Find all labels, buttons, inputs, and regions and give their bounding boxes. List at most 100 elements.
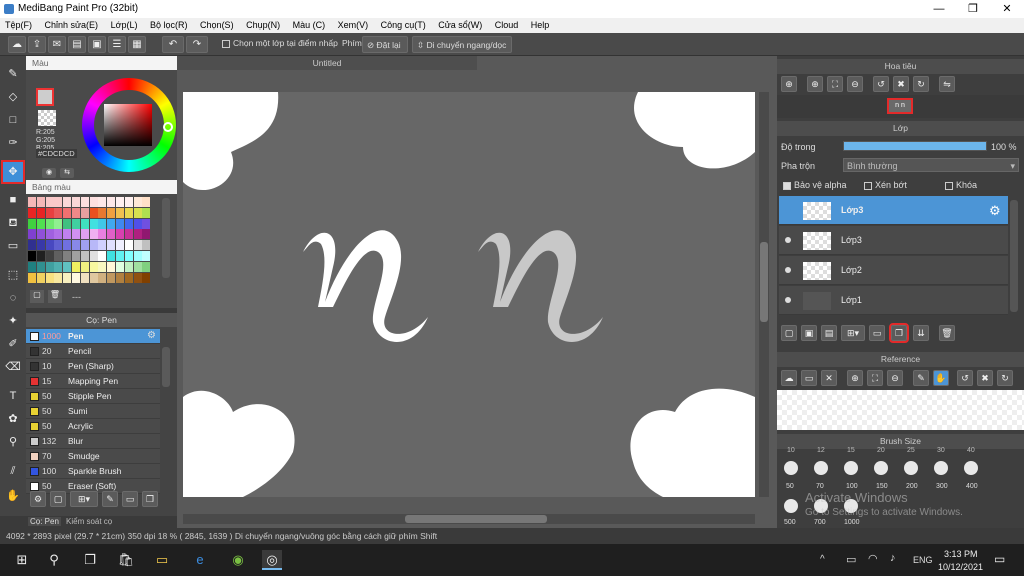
palette-swatch[interactable] [89, 197, 98, 207]
palette-swatch[interactable] [116, 261, 124, 272]
canvas-hscroll-thumb[interactable] [405, 515, 547, 523]
palette-swatch[interactable] [36, 251, 45, 261]
nav-fit-icon[interactable]: ⛶ [827, 76, 843, 92]
brush-add-icon[interactable]: ⊞▾ [70, 491, 98, 507]
palette-swatch[interactable] [98, 240, 107, 251]
redo-icon[interactable]: ↷ [186, 36, 208, 53]
ref-zoom-out-icon[interactable]: ⊖ [887, 370, 903, 386]
palette-swatch[interactable] [124, 272, 133, 283]
protect-alpha-checkbox[interactable]: Bảo vệ alpha [783, 180, 847, 190]
palette-swatch[interactable] [72, 240, 80, 251]
comment-icon[interactable]: ✉ [48, 36, 66, 53]
cloud-icon[interactable]: ☁ [8, 36, 26, 53]
canvas-vscroll[interactable] [759, 92, 769, 497]
palette-swatch[interactable] [142, 229, 151, 240]
store-icon[interactable]: 🛍 [116, 550, 136, 570]
palette-swatch[interactable] [80, 197, 89, 207]
palette-swatch[interactable] [124, 218, 133, 229]
palette-swatch[interactable] [45, 197, 54, 207]
trash-icon[interactable]: 🗑 [939, 325, 955, 341]
brush-size-dot[interactable] [874, 461, 888, 475]
drawing-canvas[interactable] [183, 92, 755, 497]
palette-swatch[interactable] [54, 251, 63, 261]
palette-swatch[interactable] [116, 207, 124, 218]
palette-swatch[interactable] [133, 272, 142, 283]
add-layer-menu-icon[interactable]: ⊞▾ [841, 325, 865, 341]
palette-swatch[interactable] [63, 197, 72, 207]
palette-swatch[interactable] [107, 229, 116, 240]
brush-size-dot[interactable] [964, 461, 978, 475]
bucket-tool-icon[interactable]: ⛾ [3, 213, 23, 233]
palette-swatch[interactable] [107, 207, 116, 218]
share-icon[interactable]: ⇪ [28, 36, 46, 53]
palette-swatch[interactable] [36, 197, 45, 207]
palette-swatch[interactable] [80, 218, 89, 229]
nav-rotate-left-icon[interactable]: ↺ [873, 76, 889, 92]
ref-cloud-icon[interactable]: ☁ [781, 370, 797, 386]
brush-row[interactable]: 50 Stipple Pen [26, 389, 160, 404]
new-layer-icon[interactable]: ▢ [781, 325, 797, 341]
primary-color-swatch[interactable] [36, 88, 54, 106]
nav-rotate-right-icon[interactable]: ↻ [913, 76, 929, 92]
brush-new-icon[interactable]: ▢ [50, 491, 66, 507]
palette-swatch[interactable] [80, 207, 89, 218]
palette-swatch[interactable] [80, 251, 89, 261]
palette-swatch[interactable] [36, 218, 45, 229]
brush-row[interactable]: 70 Smudge [26, 449, 160, 464]
language-indicator[interactable]: ENG [913, 555, 933, 565]
palette-swatch[interactable] [28, 240, 36, 251]
brush-scrollbar[interactable] [162, 347, 170, 387]
palette-swatch[interactable] [98, 272, 107, 283]
palette-swatch[interactable] [36, 261, 45, 272]
grid-icon[interactable]: ▦ [128, 36, 146, 53]
pen-tool-icon[interactable]: ✑ [3, 133, 23, 153]
menu-snap[interactable]: Chụp(N) [241, 18, 285, 32]
visibility-icon[interactable] [785, 267, 791, 273]
document-tab[interactable]: Untitled [177, 56, 477, 70]
save-icon[interactable]: ▣ [88, 36, 106, 53]
reset-button[interactable]: ⊘ Đặt lại [362, 36, 408, 53]
move-tool-icon[interactable]: ✥ [1, 160, 25, 184]
palette-swatch[interactable] [124, 229, 133, 240]
palette-swatch[interactable] [54, 240, 63, 251]
palette-swatch[interactable] [116, 240, 124, 251]
palette-swatch[interactable] [36, 272, 45, 283]
new-palette-icon[interactable]: ▢ [30, 290, 44, 303]
brush-row[interactable]: 15 Mapping Pen [26, 374, 160, 389]
protect-alpha-box[interactable] [783, 181, 791, 190]
clock-time[interactable]: 3:13 PM [944, 549, 978, 559]
maximize-button[interactable]: ❐ [956, 0, 990, 18]
medibang-icon[interactable]: ◉ [228, 550, 248, 570]
visibility-icon[interactable] [785, 237, 791, 243]
palette-swatch[interactable] [28, 272, 36, 283]
palette-swatch[interactable] [107, 251, 116, 261]
brush-folder-icon[interactable]: ▭ [122, 491, 138, 507]
tray-chevron-icon[interactable]: ^ [820, 554, 825, 565]
palette-swatch[interactable] [72, 197, 80, 207]
palette-swatch[interactable] [116, 272, 124, 283]
brush-size-dot[interactable] [904, 461, 918, 475]
layer-row[interactable]: Lớp3 [779, 226, 1008, 255]
palette-swatch[interactable] [133, 229, 142, 240]
volume-icon[interactable]: ♪ [890, 552, 896, 564]
snap-checkbox-box[interactable] [222, 39, 230, 48]
palette-swatch[interactable] [54, 207, 63, 218]
palette-swatch[interactable] [45, 272, 54, 283]
eraser-tool-icon[interactable]: ◇ [3, 87, 23, 107]
ref-hand-icon[interactable]: ✋ [933, 370, 949, 386]
palette-swatch[interactable] [54, 261, 63, 272]
ref-fit-icon[interactable]: ⛶ [867, 370, 883, 386]
palette-swatch[interactable] [28, 197, 36, 207]
lock-box[interactable] [945, 181, 953, 190]
palette-swatch[interactable] [142, 218, 151, 229]
palette-swatch[interactable] [107, 261, 116, 272]
palette-swatch[interactable] [124, 197, 133, 207]
lasso-tool-icon[interactable]: ◌ [3, 288, 23, 308]
palette-swatch[interactable] [98, 251, 107, 261]
ref-open-icon[interactable]: ▭ [801, 370, 817, 386]
palette-swatch[interactable] [89, 261, 98, 272]
brush-row[interactable]: 50 Sumi [26, 404, 160, 419]
palette-swatch[interactable] [45, 229, 54, 240]
brush-row[interactable]: 50 Acrylic [26, 419, 160, 434]
folder-icon[interactable]: ▭ [869, 325, 885, 341]
